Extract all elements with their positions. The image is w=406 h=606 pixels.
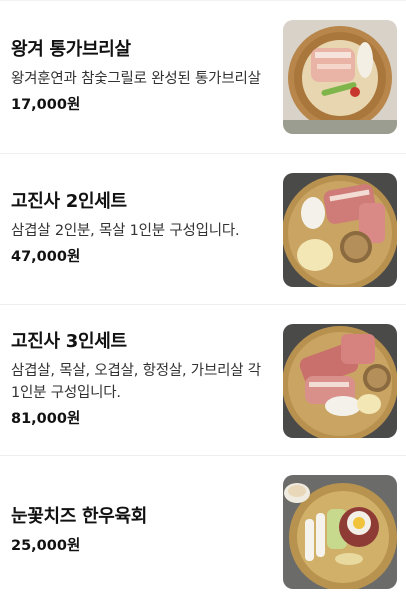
menu-item-description: 삼겹살 2인분, 목살 1인분 구성입니다. bbox=[11, 223, 240, 239]
menu-item-price: 47,000원 bbox=[11, 249, 81, 265]
menu-item-name: 왕겨 통가브리살 bbox=[11, 39, 131, 60]
beef-tartare-image[interactable] bbox=[283, 475, 397, 589]
menu-list: 왕겨 통가브리살 왕겨훈연과 참숯그릴로 완성된 통가브리살 17,000원 고… bbox=[0, 0, 406, 606]
menu-item[interactable]: 왕겨 통가브리살 왕겨훈연과 참숯그릴로 완성된 통가브리살 17,000원 bbox=[0, 0, 406, 153]
menu-item-text: 고진사 3인세트 삼겹살, 목살, 오겹살, 항정살, 가브리살 각 1인분 구… bbox=[11, 305, 266, 455]
menu-item-name: 고진사 2인세트 bbox=[11, 191, 127, 212]
menu-item-text: 눈꽃치즈 한우육회 25,000원 bbox=[11, 456, 266, 606]
menu-item[interactable]: 고진사 3인세트 삼겹살, 목살, 오겹살, 항정살, 가브리살 각 1인분 구… bbox=[0, 304, 406, 455]
pork-set-large-image[interactable] bbox=[283, 324, 397, 438]
menu-item[interactable]: 고진사 2인세트 삼겹살 2인분, 목살 1인분 구성입니다. 47,000원 bbox=[0, 153, 406, 304]
menu-item-price: 81,000원 bbox=[11, 411, 81, 427]
menu-item-text: 고진사 2인세트 삼겹살 2인분, 목살 1인분 구성입니다. 47,000원 bbox=[11, 154, 266, 304]
menu-item-name: 눈꽃치즈 한우육회 bbox=[11, 506, 148, 527]
pork-platter-image[interactable] bbox=[283, 20, 397, 134]
menu-item-description: 왕겨훈연과 참숯그릴로 완성된 통가브리살 bbox=[11, 71, 261, 87]
menu-item-price: 17,000원 bbox=[11, 97, 81, 113]
pork-set-image[interactable] bbox=[283, 173, 397, 287]
menu-item-text: 왕겨 통가브리살 왕겨훈연과 참숯그릴로 완성된 통가브리살 17,000원 bbox=[11, 1, 266, 153]
menu-item-name: 고진사 3인세트 bbox=[11, 331, 127, 352]
menu-item[interactable]: 눈꽃치즈 한우육회 25,000원 bbox=[0, 455, 406, 606]
menu-item-description: 삼겹살, 목살, 오겹살, 항정살, 가브리살 각 1인분 구성입니다. bbox=[11, 363, 261, 401]
menu-item-price: 25,000원 bbox=[11, 538, 81, 554]
